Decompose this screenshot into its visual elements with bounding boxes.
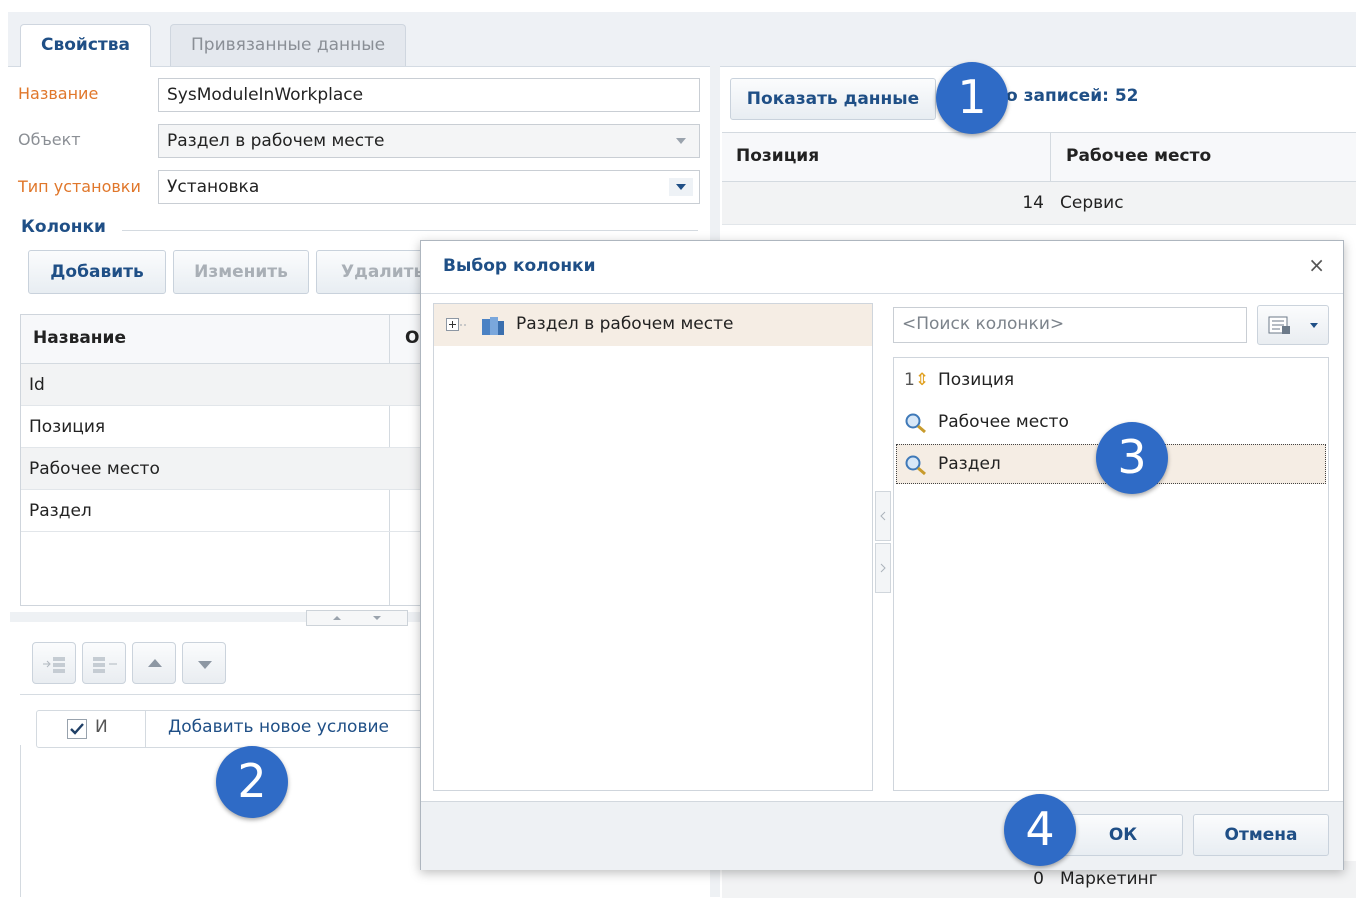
arrow-down-icon: [198, 661, 212, 669]
install-type-field[interactable]: Установка: [158, 170, 700, 204]
lookup-search-icon: [905, 413, 926, 434]
data-grid-header: Позиция Рабочее место: [722, 133, 1356, 182]
list-item-position[interactable]: 1⇕ Позиция: [896, 360, 1326, 400]
splitter-handle[interactable]: [306, 610, 408, 626]
columns-section-title: Колонки: [21, 217, 106, 237]
list-item-label: Раздел: [938, 454, 1001, 474]
chevron-right-icon: [880, 563, 886, 573]
column-select-dialog: Выбор колонки × Раздел в рабочем месте <…: [420, 240, 1344, 870]
collapse-right-handle[interactable]: [875, 543, 891, 593]
chevron-down-icon[interactable]: [669, 178, 693, 196]
chevron-left-icon: [880, 511, 886, 521]
table-object-icon: [482, 317, 504, 335]
add-condition-link[interactable]: Добавить новое условие: [168, 717, 389, 737]
show-data-button[interactable]: Показать данные: [730, 78, 936, 120]
list-item-label: Рабочее место: [938, 412, 1069, 432]
cell-position: 14: [1022, 193, 1044, 213]
indent-right-button[interactable]: [32, 642, 76, 684]
indent-right-icon: [43, 657, 65, 673]
callout-badge-1: 1: [936, 62, 1008, 134]
list-view-icon: [1268, 316, 1290, 334]
checkmark-icon: [70, 723, 84, 735]
filter-group: И Добавить новое условие: [36, 710, 438, 748]
callout-badge-3: 3: [1096, 422, 1168, 494]
section-divider: [122, 230, 698, 231]
tree-node-root[interactable]: Раздел в рабочем месте: [434, 304, 872, 346]
name-label: Название: [18, 84, 99, 103]
data-header-position: Позиция: [736, 146, 820, 166]
row-name: Позиция: [29, 417, 106, 437]
cell-position: 0: [1033, 869, 1044, 889]
logic-checkbox[interactable]: [67, 719, 87, 739]
dialog-title-bar: Выбор колонки ×: [421, 241, 1343, 294]
object-tree-panel: Раздел в рабочем месте: [433, 303, 873, 791]
cell-workplace: Сервис: [1060, 193, 1124, 213]
collapse-left-handle[interactable]: [875, 491, 891, 541]
callout-badge-2: 2: [216, 746, 288, 818]
tab-properties[interactable]: Свойства: [20, 24, 151, 67]
object-value: Раздел в рабочем месте: [167, 131, 385, 151]
column-list: 1⇕ Позиция Рабочее место Раздел: [893, 357, 1329, 791]
grid-header-second: О: [405, 328, 420, 348]
object-field: Раздел в рабочем месте: [158, 124, 700, 158]
filter-divider: [145, 711, 146, 747]
dialog-footer: ОК Отмена: [421, 801, 1343, 870]
list-item-label: Позиция: [938, 370, 1015, 390]
move-down-button[interactable]: [182, 642, 226, 684]
move-up-button[interactable]: [132, 642, 176, 684]
panel-border: [20, 745, 21, 897]
view-options-button[interactable]: [1257, 305, 1329, 345]
tree-node-label: Раздел в рабочем месте: [516, 314, 734, 334]
cancel-button[interactable]: Отмена: [1193, 814, 1329, 856]
close-icon[interactable]: ×: [1308, 253, 1325, 277]
tab-linked-data[interactable]: Привязанные данные: [170, 24, 407, 66]
row-name: Рабочее место: [29, 459, 160, 479]
table-row[interactable]: 14 Сервис: [722, 182, 1356, 225]
indent-left-button[interactable]: [82, 642, 126, 684]
chevron-down-icon: [676, 138, 686, 144]
edit-column-button[interactable]: Изменить: [173, 250, 309, 294]
install-type-label: Тип установки: [18, 177, 141, 196]
object-label: Объект: [18, 130, 81, 149]
grid-header-name: Название: [33, 328, 126, 348]
row-name: Раздел: [29, 501, 92, 521]
lookup-search-icon: [905, 455, 926, 476]
expand-plus-icon[interactable]: [446, 318, 470, 332]
records-count: о записей: 52: [1006, 86, 1139, 106]
chevron-down-icon: [1310, 323, 1318, 328]
sort-numeric-icon: 1⇕: [904, 370, 930, 390]
tab-bar: Свойства Привязанные данные: [8, 12, 1356, 67]
dialog-title: Выбор колонки: [443, 256, 596, 276]
add-column-button[interactable]: Добавить: [28, 250, 166, 294]
logic-label: И: [95, 717, 108, 737]
header-divider: [1050, 133, 1051, 181]
name-field[interactable]: SysModuleInWorkplace: [158, 78, 700, 112]
ok-button[interactable]: ОК: [1063, 814, 1183, 856]
data-header-workplace: Рабочее место: [1066, 146, 1212, 166]
cell-workplace: Маркетинг: [1060, 869, 1158, 889]
column-search-input[interactable]: <Поиск колонки>: [893, 307, 1247, 343]
arrow-up-icon: [148, 659, 162, 667]
splitter-arrows-icon: [333, 616, 381, 620]
callout-badge-4: 4: [1004, 794, 1076, 866]
indent-left-icon: [93, 657, 117, 673]
row-name: Id: [29, 375, 45, 395]
install-type-value: Установка: [167, 177, 260, 197]
